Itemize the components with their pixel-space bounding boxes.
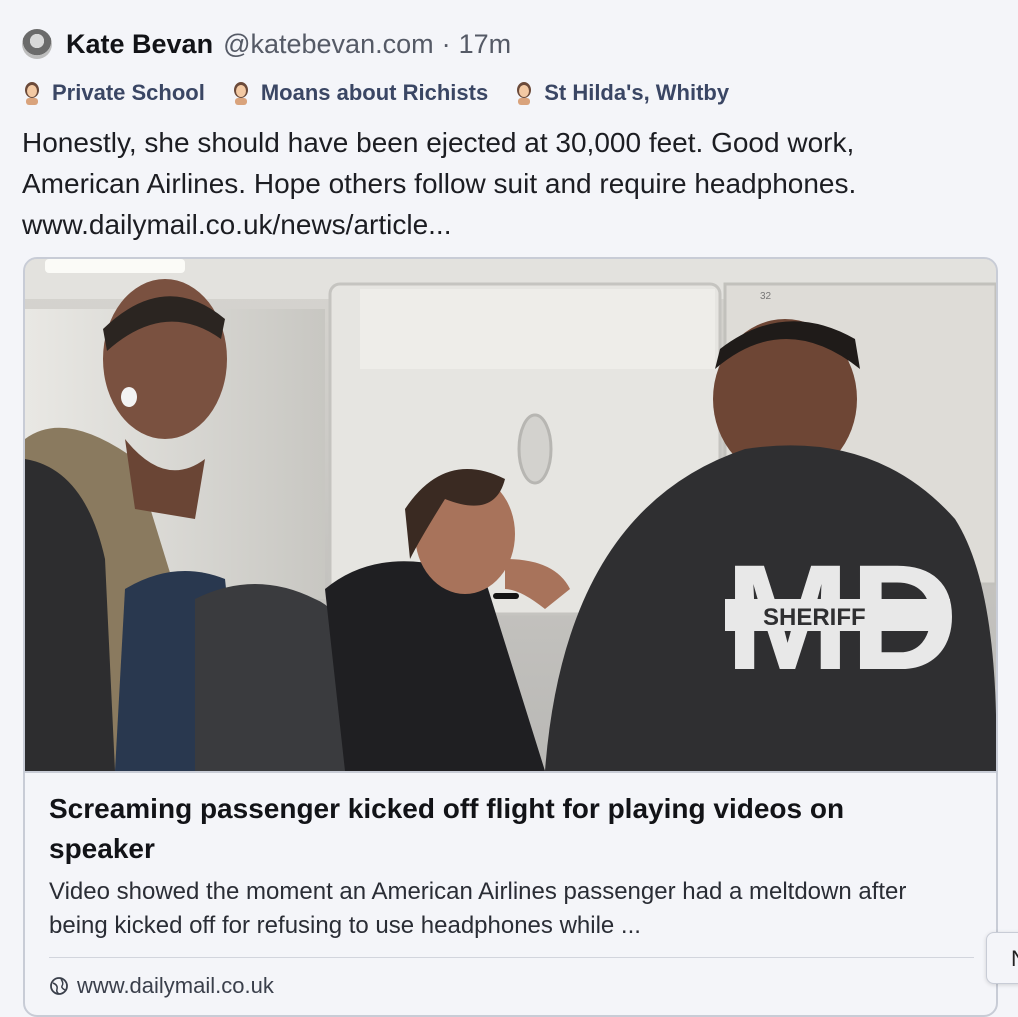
side-tab-button[interactable]: N [986,932,1018,984]
author-handle[interactable]: @katebevan.com [223,29,434,60]
card-divider [49,957,974,958]
card-image[interactable]: 32 MD SHERIFF [25,259,996,773]
badge-st-hildas[interactable]: St Hilda's, Whitby [514,80,729,106]
person-emoji-icon [517,82,532,105]
post-text-line: Honestly, she should have been ejected a… [22,127,855,158]
jacket-sheriff-text: SHERIFF [763,604,866,631]
author-display-name[interactable]: Kate Bevan [66,29,213,60]
profile-badges: Private School Moans about Richists St H… [22,80,755,106]
post-timestamp[interactable]: 17m [459,29,512,60]
badge-label: Moans about Richists [260,80,489,105]
badge-moans-about-richists[interactable]: Moans about Richists [231,80,488,106]
badge-label: Private School [52,80,205,105]
bin-label: 32 [760,291,772,302]
link-preview-card[interactable]: 32 MD SHERIFF Screaming passenger kicked… [23,257,998,1017]
side-tab-label: N [1011,946,1018,971]
card-image-scene: 32 MD SHERIFF [25,259,996,771]
badge-private-school[interactable]: Private School [22,80,205,106]
card-title[interactable]: Screaming passenger kicked off flight fo… [49,789,949,869]
post-header: Kate Bevan @katebevan.com · 17m [22,24,511,64]
post-text-line: American Airlines. Hope others follow su… [22,168,857,199]
card-domain[interactable]: www.dailymail.co.uk [49,973,274,999]
author-avatar[interactable] [22,29,52,59]
badge-label: St Hilda's, Whitby [544,80,730,105]
post-text: Honestly, she should have been ejected a… [22,122,1002,245]
card-domain-text: www.dailymail.co.uk [77,973,274,998]
person-emoji-icon [25,82,39,105]
card-description: Video showed the moment an American Airl… [49,878,907,939]
separator-dot: · [441,28,451,59]
post-link[interactable]: www.dailymail.co.uk/news/article... [22,204,1002,245]
post: Kate Bevan @katebevan.com · 17m Private … [0,0,1018,1017]
globe-icon [50,977,68,995]
person-emoji-icon [233,82,248,105]
